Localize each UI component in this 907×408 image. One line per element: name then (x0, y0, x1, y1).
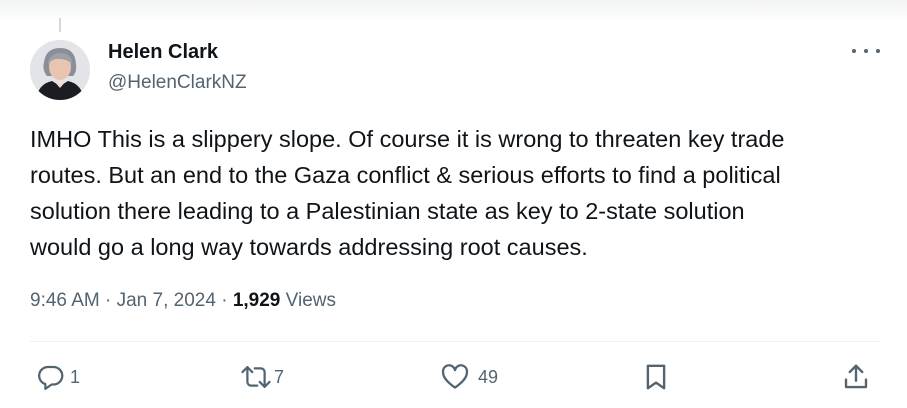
tweet-text-line: routes. But an end to the Gaza conflict … (30, 162, 781, 188)
thread-line (59, 18, 61, 32)
heart-icon (440, 362, 470, 392)
author-handle[interactable]: @HelenClarkNZ (108, 72, 247, 94)
divider (30, 341, 881, 342)
repost-count: 7 (274, 366, 285, 387)
reply-button[interactable]: 1 (36, 362, 80, 392)
tweet-time[interactable]: 9:46 AM (30, 290, 100, 311)
avatar[interactable] (30, 40, 90, 100)
share-icon (842, 362, 870, 392)
meta-separator: · (215, 290, 233, 311)
tweet-date[interactable]: Jan 7, 2024 (117, 290, 216, 311)
previous-tweet-fade (0, 0, 907, 22)
share-button[interactable] (842, 362, 870, 392)
reply-icon (36, 362, 66, 392)
tweet-text-line: IMHO This is a slippery slope. Of course… (30, 126, 785, 152)
views-count: 1,929 (232, 290, 281, 311)
views-label: Views (280, 290, 336, 311)
tweet-meta: 9:46 AM · Jan 7, 2024 · 1,929 Views (30, 290, 336, 312)
tweet-text-line: would go a long way towards addressing r… (30, 234, 588, 260)
reply-count: 1 (70, 366, 81, 387)
bookmark-button[interactable] (642, 362, 670, 392)
repost-icon (240, 362, 272, 392)
meta-separator: · (99, 290, 117, 311)
author-name[interactable]: Helen Clark (108, 41, 218, 64)
more-icon[interactable] (852, 40, 880, 62)
bookmark-icon (642, 362, 670, 392)
tweet-text: IMHO This is a slippery slope. Of course… (30, 121, 890, 265)
tweet-text-line: solution there leading to a Palestinian … (30, 198, 745, 224)
like-button[interactable]: 49 (440, 362, 498, 392)
like-count: 49 (478, 366, 499, 387)
repost-button[interactable]: 7 (240, 362, 284, 392)
